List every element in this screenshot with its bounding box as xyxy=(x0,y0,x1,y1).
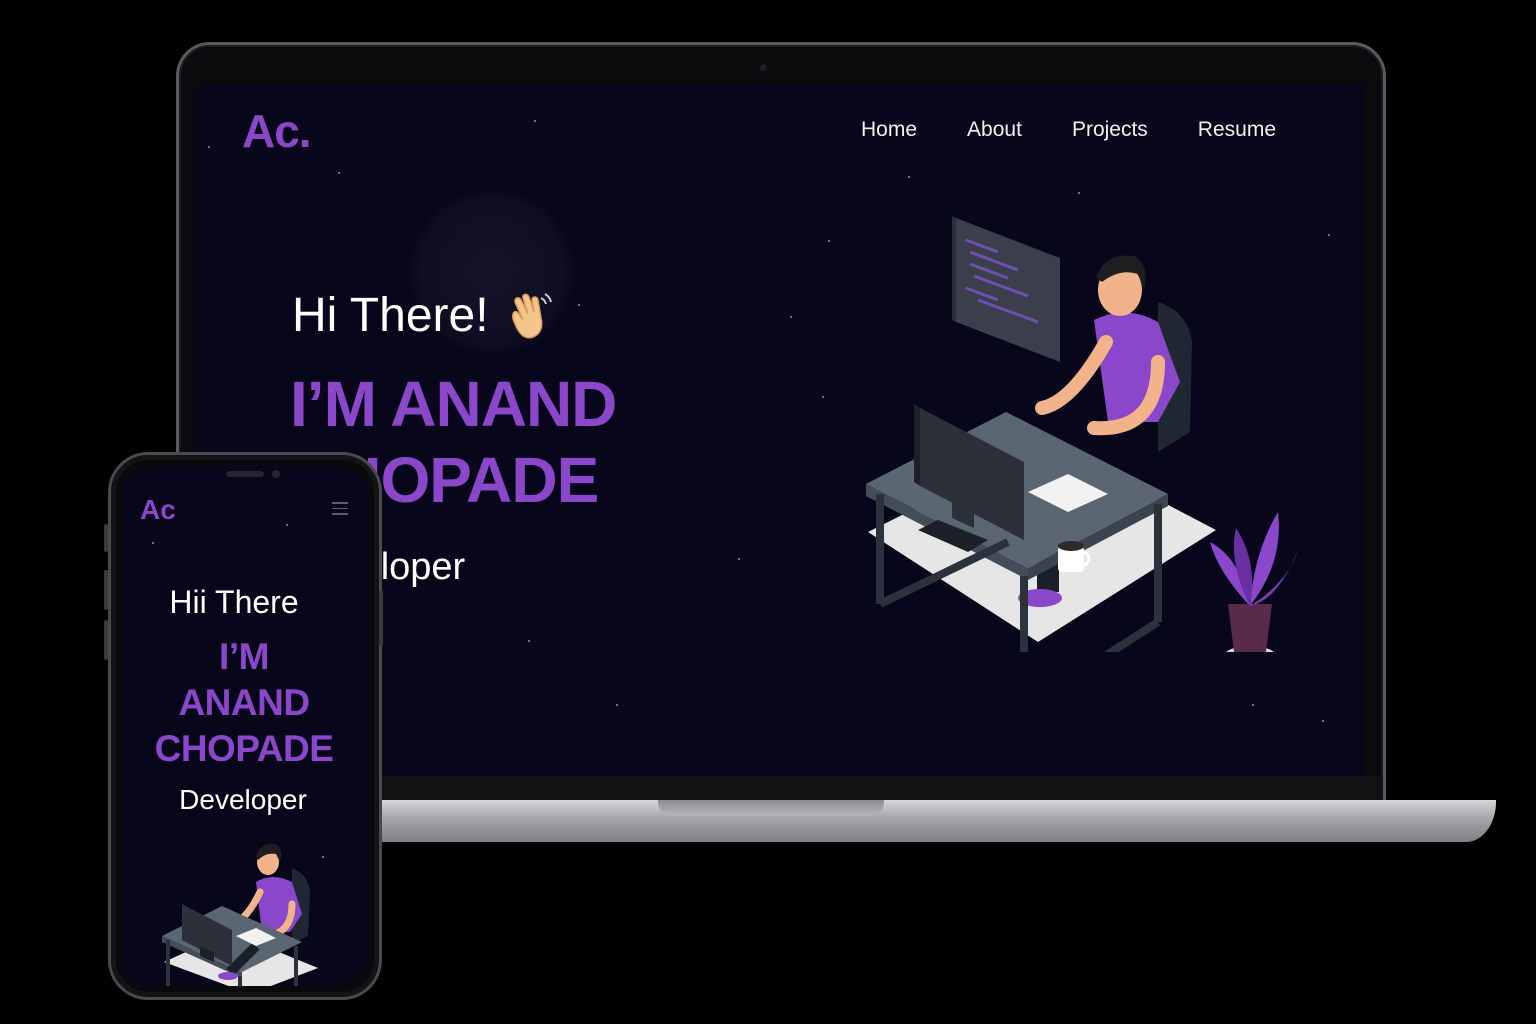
phone-side-button xyxy=(104,620,108,660)
star xyxy=(1252,704,1254,706)
nav-link-home[interactable]: Home xyxy=(861,118,917,142)
mobile-site-logo[interactable]: Ac xyxy=(140,494,176,526)
star xyxy=(1078,192,1080,194)
star xyxy=(208,146,210,148)
laptop-lid-notch xyxy=(658,800,884,816)
waving-hand-icon xyxy=(511,292,552,338)
site-logo[interactable]: Ac. xyxy=(242,104,312,158)
nav-link-resume[interactable]: Resume xyxy=(1198,118,1276,142)
mobile-hero-name: I’M ANAND CHOPADE xyxy=(122,634,366,772)
phone-side-button xyxy=(104,524,108,552)
greeting-text: Hi There! xyxy=(292,289,489,342)
phone-power-button xyxy=(379,590,383,646)
phone-speaker xyxy=(226,471,264,477)
star xyxy=(286,524,288,526)
star xyxy=(822,396,824,398)
star xyxy=(578,304,580,306)
star xyxy=(152,542,154,544)
nav-link-about[interactable]: About xyxy=(967,118,1022,142)
phone-side-button xyxy=(104,570,108,610)
hamburger-menu-icon[interactable] xyxy=(332,502,348,516)
star xyxy=(528,640,530,642)
laptop-camera xyxy=(760,64,767,71)
star xyxy=(828,240,830,242)
main-nav: Home About Projects Resume xyxy=(861,118,1276,142)
star xyxy=(338,172,340,174)
star xyxy=(322,856,324,858)
star xyxy=(534,120,536,122)
star xyxy=(738,558,740,560)
star xyxy=(1328,234,1330,236)
mobile-hero-name-line3: CHOPADE xyxy=(154,728,334,769)
phone-screen: Ac Hii There I’M ANAND CHOPADE Developer xyxy=(122,466,368,986)
nav-link-projects[interactable]: Projects xyxy=(1072,118,1148,142)
hero-name-line1: I’M ANAND xyxy=(290,368,617,440)
developer-desk-illustration xyxy=(866,216,1298,652)
mobile-hero-name-line1: I’M xyxy=(219,636,269,677)
hero-greeting: Hi There! xyxy=(292,288,553,343)
mobile-hero-greeting: Hii There xyxy=(169,584,299,620)
star xyxy=(616,704,618,706)
star xyxy=(908,176,910,178)
star xyxy=(790,316,792,318)
mobile-hero-role: Developer xyxy=(179,784,307,815)
mobile-developer-illustration xyxy=(162,843,318,986)
star xyxy=(1322,720,1324,722)
phone-camera xyxy=(272,470,280,478)
mobile-hero-name-line2: ANAND xyxy=(178,682,310,723)
